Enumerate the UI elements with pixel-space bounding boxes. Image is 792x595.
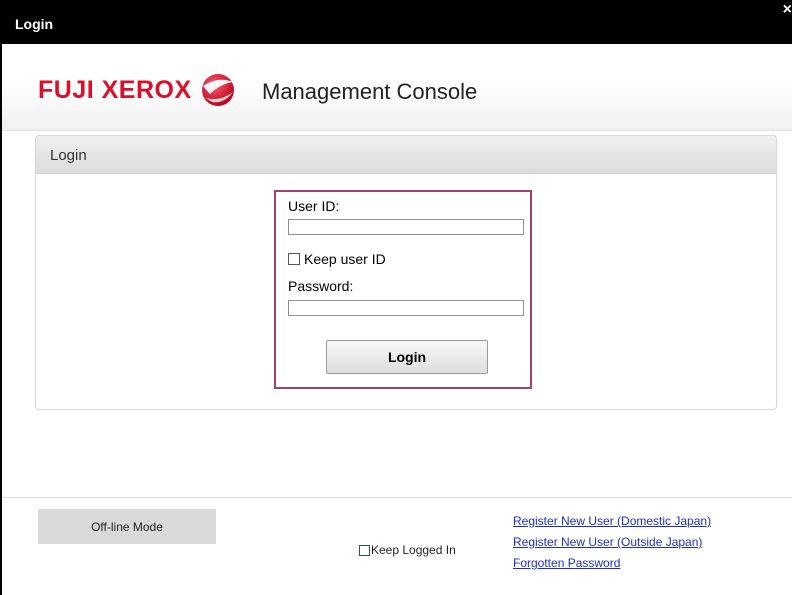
close-icon[interactable]: ×: [783, 2, 792, 18]
user-id-label: User ID:: [288, 198, 340, 214]
offline-mode-button[interactable]: Off-line Mode: [38, 509, 216, 544]
brand-wordmark: FUJI XEROX: [38, 75, 192, 104]
fuji-xerox-logo: FUJI XEROX: [38, 72, 236, 108]
password-input[interactable]: [288, 300, 524, 316]
app-title: Management Console: [262, 79, 478, 104]
login-form: User ID: Keep user ID Password: Login: [274, 190, 532, 389]
login-button[interactable]: Login: [326, 340, 488, 374]
xerox-sphere-icon: [201, 74, 234, 106]
user-id-input[interactable]: [288, 219, 524, 235]
keep-user-id-checkbox[interactable]: [288, 253, 300, 265]
login-panel-header: Login: [36, 136, 776, 174]
window-title: Login: [15, 16, 54, 32]
password-label: Password:: [288, 278, 354, 294]
register-outside-link[interactable]: Register New User (Outside Japan): [513, 532, 711, 553]
app-header: FUJI XEROX Management Console: [2, 44, 792, 131]
footer-divider: [2, 497, 792, 498]
forgotten-password-link[interactable]: Forgotten Password: [513, 553, 711, 574]
keep-user-id-row[interactable]: Keep user ID: [288, 251, 386, 267]
footer-links: Register New User (Domestic Japan) Regis…: [513, 511, 711, 574]
login-panel-title: Login: [50, 147, 87, 164]
register-domestic-link[interactable]: Register New User (Domestic Japan): [513, 511, 711, 532]
keep-user-id-label[interactable]: Keep user ID: [304, 251, 386, 267]
keep-logged-in-label[interactable]: Keep Logged In: [371, 543, 456, 557]
keep-logged-in-checkbox[interactable]: [359, 544, 370, 556]
title-bar: Login ×: [0, 0, 792, 44]
keep-logged-in-row[interactable]: Keep Logged In: [359, 543, 456, 557]
